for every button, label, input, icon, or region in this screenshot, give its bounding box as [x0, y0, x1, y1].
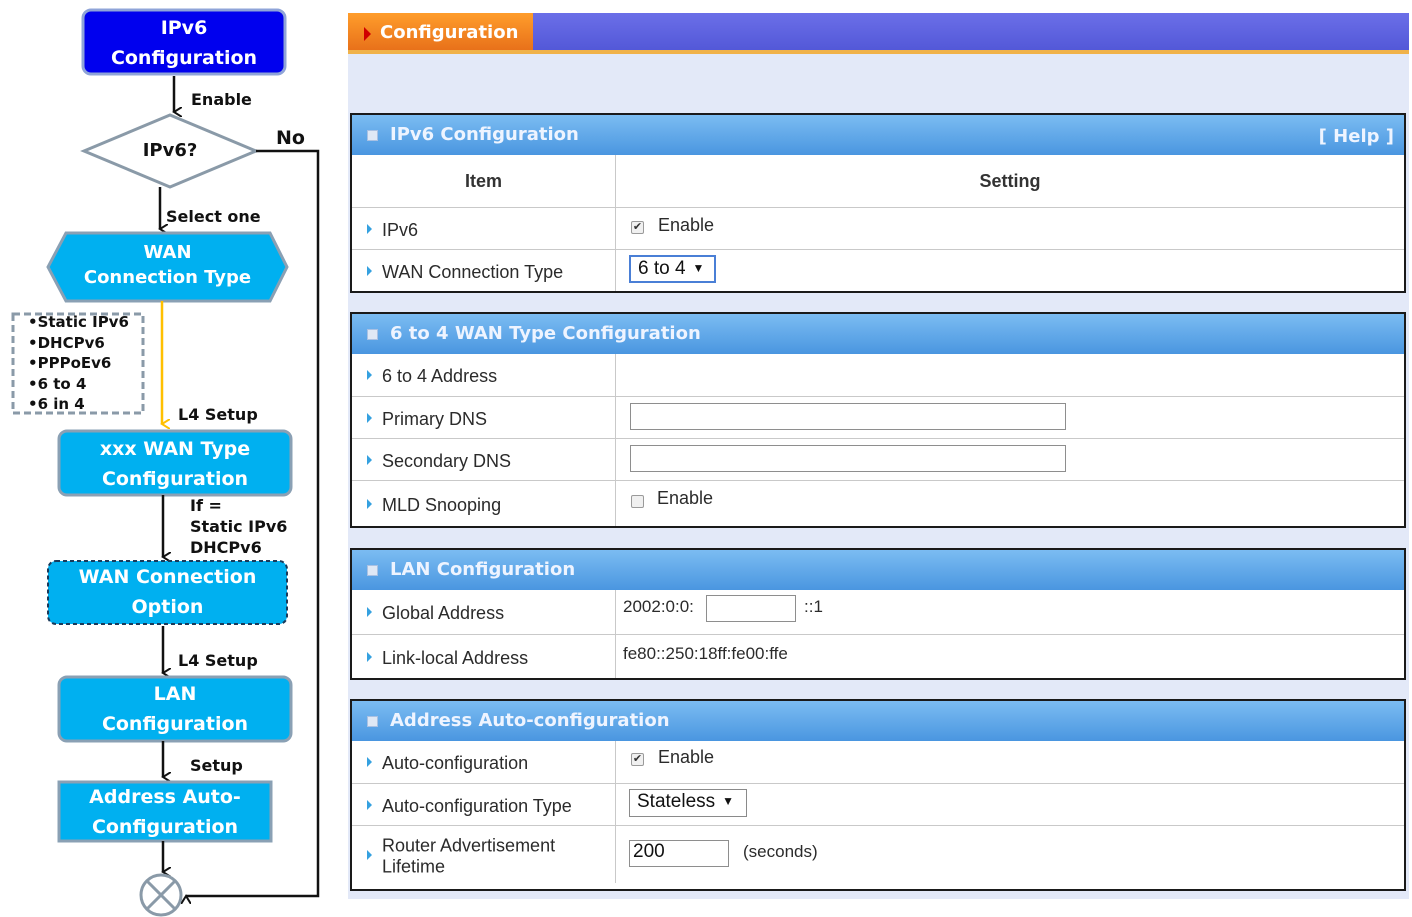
panel-bullet-icon [367, 329, 378, 340]
row-arrow-icon [367, 607, 372, 617]
secondary-dns-label: Secondary DNS [382, 450, 512, 471]
row-arrow-icon [367, 651, 372, 662]
auto-type-select[interactable]: Stateless ▼ [629, 789, 747, 817]
panel-title: 6 to 4 WAN Type Configuration [390, 323, 701, 344]
row-arrow-icon [367, 849, 372, 860]
link-local-row: Link-local Address fe80::250:18ff:fe00:f… [352, 634, 1404, 678]
panel-title: LAN Configuration [390, 559, 576, 580]
table-header-row: Item Setting [352, 155, 1404, 207]
lifetime-input[interactable]: 200 [629, 840, 729, 867]
panel-header: IPv6 Configuration [ Help ] [352, 115, 1404, 155]
tab-arrow-icon [364, 27, 371, 41]
panel-title: IPv6 Configuration [390, 124, 579, 145]
row-arrow-icon [367, 498, 372, 509]
ipv6-config-panel: IPv6 Configuration [ Help ] Item Setting… [350, 113, 1406, 293]
panel-title: Address Auto-configuration [390, 710, 670, 731]
sixto4-address-label: 6 to 4 Address [382, 365, 498, 386]
panel-bullet-icon [367, 716, 378, 727]
panel-header: 6 to 4 WAN Type Configuration [352, 314, 1404, 354]
sixto4-config-panel: 6 to 4 WAN Type Configuration 6 to 4 Add… [350, 312, 1406, 528]
secondary-dns-row: Secondary DNS [352, 438, 1404, 480]
edge-no-label: No [276, 127, 305, 149]
edge-select-label: Select one [166, 207, 261, 226]
edge-setup-label: Setup [190, 756, 243, 775]
wan-option-label: WAN Connection Option [78, 566, 257, 618]
link-local-label: Link-local Address [382, 647, 529, 668]
secondary-dns-input[interactable] [630, 445, 1066, 472]
col-setting-header: Setting [979, 170, 1041, 191]
global-prefix: 2002:0:0: [623, 597, 694, 616]
global-suffix: ::1 [804, 597, 823, 616]
wan-type-value: 6 to 4 [638, 258, 686, 279]
panel-bullet-icon [367, 565, 378, 576]
end-node [139, 873, 183, 917]
mld-enable-label: Enable [657, 488, 714, 508]
start-node-label: IPv6 Configuration [110, 17, 258, 69]
auto-type-row: Auto-configuration Type Stateless ▼ [352, 783, 1404, 825]
chevron-down-icon: ▼ [692, 261, 705, 275]
config-page: Configuration IPv6 Configuration [ Help … [348, 13, 1409, 903]
help-link[interactable]: [ Help ] [1319, 126, 1394, 147]
type-dhcp: •DHCPv6 [28, 333, 105, 352]
tab-title: Configuration [380, 22, 519, 43]
auto-config-label: Auto-configuration [382, 752, 529, 773]
mld-row: MLD Snooping Enable [352, 480, 1404, 526]
ipv6-enable-label: Enable [658, 215, 715, 235]
configuration-tab[interactable]: Configuration [348, 13, 533, 50]
wan-type-row: WAN Connection Type 6 to 4 ▼ [352, 249, 1404, 291]
global-address-row: Global Address 2002:0:0: ::1 [352, 590, 1404, 634]
auto-config-panel: Address Auto-configuration Auto-configur… [350, 699, 1406, 891]
lan-label: LAN Configuration [101, 683, 249, 735]
flowchart: IPv6 Configuration Enable IPv6? No Select… [0, 0, 340, 917]
edge-if-label: If = Static IPv6 DHCPv6 [190, 496, 288, 557]
ipv6-enable-checkbox[interactable]: ✔ [631, 221, 644, 234]
auto-config-row: Auto-configuration ✔ Enable [352, 741, 1404, 783]
lifetime-unit: (seconds) [743, 842, 818, 861]
row-arrow-icon [367, 265, 372, 276]
decision-label: IPv6? [142, 140, 198, 161]
global-address-label: Global Address [382, 602, 505, 623]
row-arrow-icon [367, 799, 372, 810]
wan-type-select[interactable]: 6 to 4 ▼ [629, 255, 716, 283]
row-arrow-icon [367, 412, 372, 423]
lan-config-panel: LAN Configuration Global Address 2002:0:… [350, 548, 1406, 680]
row-arrow-icon [367, 757, 372, 767]
type-pppoe: •PPPoEv6 [28, 354, 112, 372]
types-list: •Static IPv6 •DHCPv6 •PPPoEv6 •6 to 4 •6… [28, 312, 129, 415]
xxx-wan-label: xxx WAN Type Configuration [99, 438, 251, 490]
panel-bullet-icon [367, 130, 378, 141]
lifetime-label: Router Advertisement Lifetime [382, 835, 556, 877]
auto-label: Address Auto- Configuration [89, 786, 241, 838]
edge-l4-label-2: L4 Setup [178, 651, 258, 670]
primary-dns-input[interactable] [630, 403, 1066, 430]
edge-l4-label-1: L4 Setup [178, 405, 258, 424]
type-6in4: •6 in 4 [28, 395, 85, 413]
type-static: •Static IPv6 [28, 313, 129, 331]
auto-enable-label: Enable [658, 747, 715, 767]
ipv6-row: IPv6 ✔ Enable [352, 207, 1404, 249]
auto-type-value: Stateless [637, 791, 716, 812]
ipv6-label: IPv6 [382, 219, 419, 240]
panel-header: Address Auto-configuration [352, 701, 1404, 741]
primary-dns-row: Primary DNS [352, 396, 1404, 438]
row-arrow-icon [367, 454, 372, 465]
type-6to4: •6 to 4 [28, 374, 87, 393]
sixto4-address-row: 6 to 4 Address [352, 354, 1404, 396]
panel-header: LAN Configuration [352, 550, 1404, 590]
chevron-down-icon: ▼ [722, 794, 735, 808]
global-address-input[interactable] [706, 595, 796, 622]
row-arrow-icon [367, 223, 372, 234]
auto-type-label: Auto-configuration Type [382, 795, 572, 816]
mld-label: MLD Snooping [382, 494, 502, 515]
edge-enable-label: Enable [191, 90, 252, 109]
row-arrow-icon [367, 370, 372, 380]
primary-dns-label: Primary DNS [382, 408, 488, 429]
auto-enable-checkbox[interactable]: ✔ [631, 753, 644, 766]
lifetime-row: Router Advertisement Lifetime 200 (second… [352, 825, 1404, 883]
wan-type-label: WAN Connection Type [382, 261, 564, 282]
link-local-value: fe80::250:18ff:fe00:ffe [623, 644, 788, 663]
mld-enable-checkbox[interactable] [631, 495, 644, 508]
col-item-header: Item [352, 155, 616, 207]
wan-type-label: WAN Connection Type [83, 242, 252, 288]
